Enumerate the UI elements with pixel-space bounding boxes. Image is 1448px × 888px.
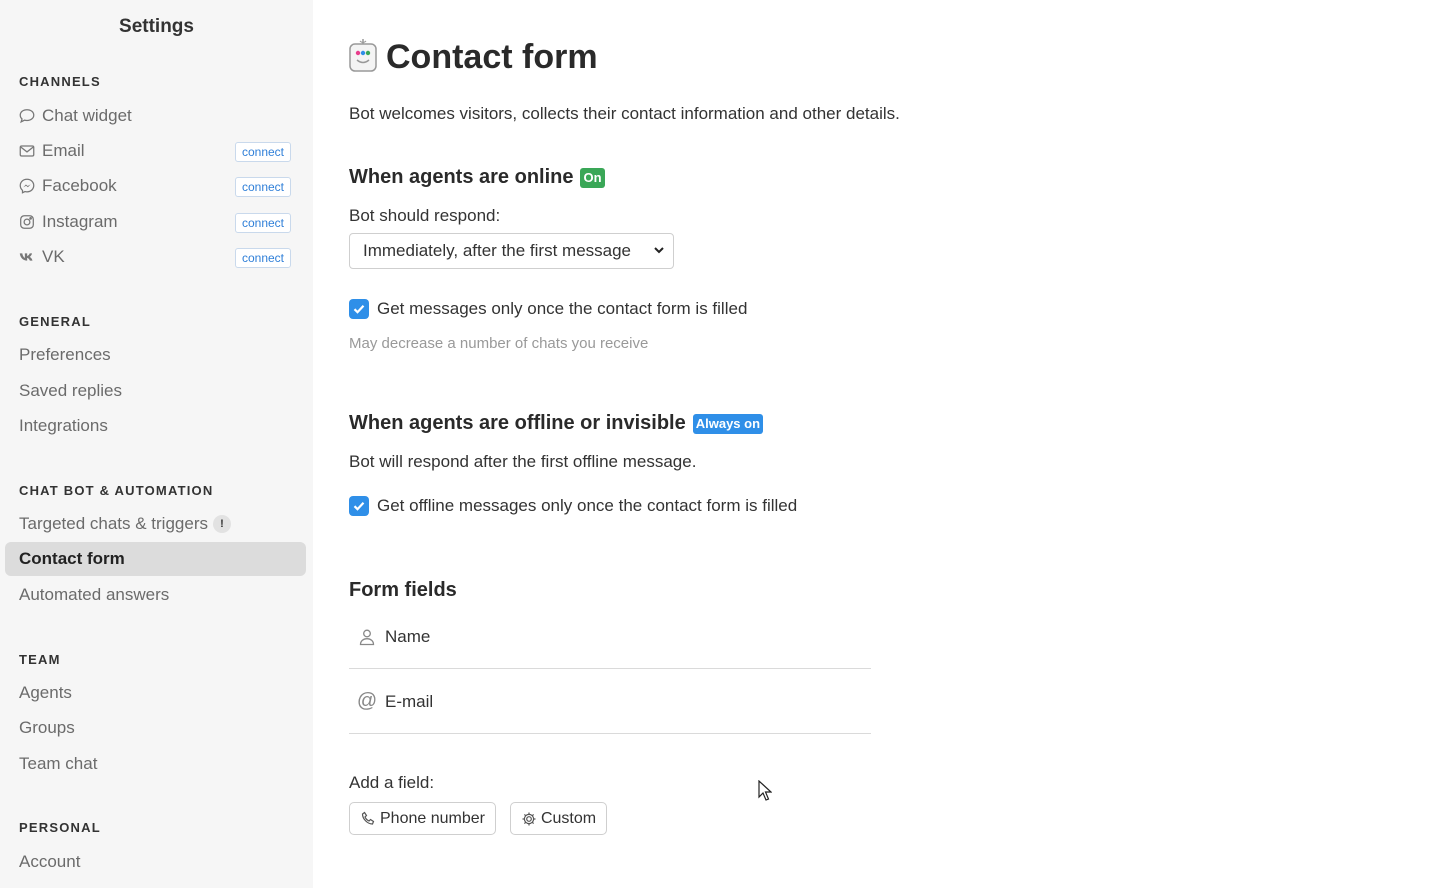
sidebar-item-account[interactable]: Account [5, 845, 306, 879]
phone-icon [361, 811, 375, 825]
envelope-icon [16, 140, 38, 162]
online-heading: When agents are online On [349, 166, 605, 189]
offline-contact-form-checkbox[interactable]: Get offline messages only once the conta… [349, 496, 797, 516]
settings-sidebar: Settings CHANNELS Chat widget Email conn… [0, 0, 313, 888]
instagram-icon [16, 211, 38, 233]
online-contact-form-checkbox[interactable]: Get messages only once the contact form … [349, 299, 747, 319]
chevron-down-icon [654, 247, 664, 254]
messenger-icon [16, 175, 38, 197]
sidebar-item-label: Facebook [42, 176, 117, 195]
sidebar-item-label: Instagram [42, 212, 118, 231]
page-title: Contact form [386, 38, 598, 76]
section-personal: PERSONAL [19, 820, 101, 835]
sidebar-title: Settings [119, 16, 194, 37]
section-general: GENERAL [19, 314, 91, 329]
offline-heading-text: When agents are offline or invisible [349, 412, 686, 434]
form-field-name[interactable]: Name [349, 605, 871, 669]
field-label: E-mail [385, 691, 434, 711]
sidebar-item-targeted-chats[interactable]: Targeted chats & triggers ! [5, 507, 306, 541]
online-hint: May decrease a number of chats you recei… [349, 335, 649, 352]
sidebar-item-groups[interactable]: Groups [5, 711, 306, 745]
sidebar-item-automated-answers[interactable]: Automated answers [5, 578, 306, 612]
form-field-email[interactable]: @ E-mail [349, 670, 871, 734]
warning-badge: ! [212, 515, 231, 533]
sidebar-item-preferences[interactable]: Preferences [5, 338, 306, 372]
page-description: Bot welcomes visitors, collects their co… [349, 104, 900, 123]
sidebar-item-label: Targeted chats & triggers [19, 514, 208, 533]
connect-email-button[interactable]: connect [234, 142, 291, 162]
sidebar-item-facebook[interactable]: Facebook connect [5, 169, 306, 203]
add-custom-field-button[interactable]: Custom [509, 802, 608, 835]
sidebar-item-label: VK [42, 247, 65, 266]
field-label: Name [385, 626, 431, 646]
main-content: Contact form Bot welcomes visitors, coll… [313, 0, 1448, 888]
section-channels: CHANNELS [19, 74, 101, 89]
online-heading-text: When agents are online [349, 166, 574, 188]
connect-facebook-button[interactable]: connect [234, 177, 291, 197]
section-chatbot: CHAT BOT & AUTOMATION [19, 483, 214, 498]
checkbox-label: Get offline messages only once the conta… [377, 496, 798, 515]
respond-label: Bot should respond: [349, 206, 501, 225]
button-label: Custom [540, 809, 597, 827]
bot-icon [349, 39, 377, 72]
section-team: TEAM [19, 652, 61, 667]
offline-note: Bot will respond after the first offline… [349, 452, 697, 471]
respond-select[interactable]: Immediately, after the first message [349, 233, 674, 269]
sidebar-item-contact-form[interactable]: Contact form [5, 542, 306, 576]
gear-icon [522, 812, 536, 825]
person-icon [349, 628, 385, 646]
vk-icon [16, 246, 38, 268]
connect-instagram-button[interactable]: connect [234, 213, 291, 233]
sidebar-item-label: Chat widget [42, 106, 132, 125]
checkbox-label: Get messages only once the contact form … [377, 299, 748, 318]
on-badge: On [580, 167, 605, 188]
sidebar-item-instagram[interactable]: Instagram connect [5, 205, 306, 239]
sidebar-item-saved-replies[interactable]: Saved replies [5, 374, 306, 408]
sidebar-item-label: Email [42, 141, 85, 160]
always-on-badge: Always on [692, 413, 764, 434]
add-field-label: Add a field: [349, 773, 435, 792]
offline-heading: When agents are offline or invisible Alw… [349, 412, 764, 435]
add-field-buttons: Phone number Custom [349, 802, 608, 835]
at-sign-icon: @ [356, 690, 378, 712]
mouse-cursor-icon [758, 780, 772, 801]
sidebar-item-vk[interactable]: VK connect [5, 240, 306, 274]
sidebar-item-chat-widget[interactable]: Chat widget [5, 99, 306, 133]
checkbox-checked-icon [349, 496, 369, 516]
button-label: Phone number [380, 809, 485, 827]
form-fields-heading: Form fields [349, 579, 457, 601]
connect-vk-button[interactable]: connect [234, 248, 291, 268]
sidebar-item-agents[interactable]: Agents [5, 676, 306, 710]
sidebar-item-team-chat[interactable]: Team chat [5, 747, 306, 781]
checkbox-checked-icon [349, 299, 369, 319]
chat-bubble-icon [16, 105, 38, 127]
respond-select-value: Immediately, after the first message [363, 241, 632, 260]
sidebar-item-integrations[interactable]: Integrations [5, 409, 306, 443]
sidebar-item-email[interactable]: Email connect [5, 134, 306, 168]
add-phone-number-button[interactable]: Phone number [349, 802, 496, 835]
